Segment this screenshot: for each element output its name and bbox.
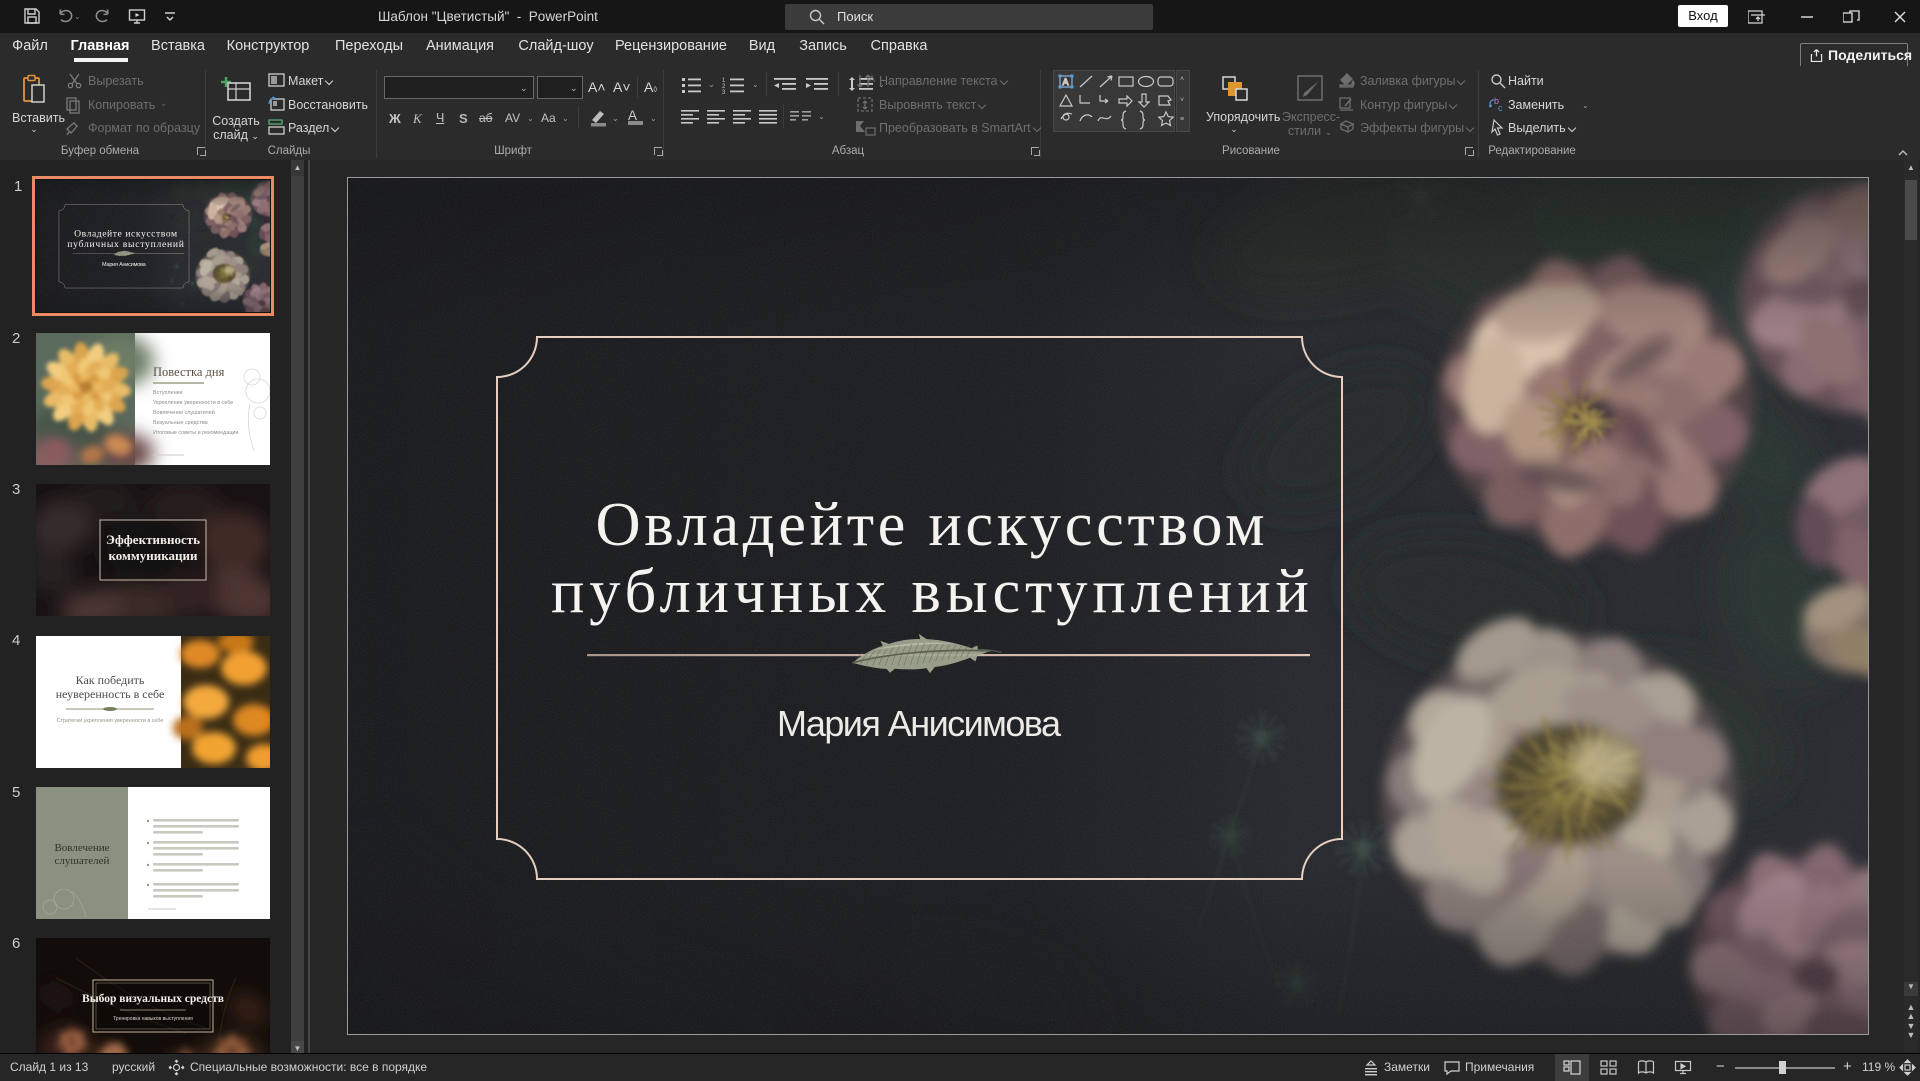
svg-text:А: А [1063,77,1069,87]
svg-text:Мария Анисимова: Мария Анисимова [777,703,1062,744]
svg-text:Визуальные средства: Визуальные средства [153,420,208,426]
svg-text:Тренировка навыков выступления: Тренировка навыков выступления [113,1016,193,1022]
svg-text:неуверенность в себе: неуверенность в себе [56,687,165,701]
svg-text:А: А [869,74,875,84]
svg-text:слушателей: слушателей [55,855,110,867]
svg-text:Стратегии укрепления увереннос: Стратегии укрепления уверенности в себе [57,718,164,724]
svg-text:Укрепление уверенности в себе: Укрепление уверенности в себе [153,400,233,406]
svg-text:Вовлечение: Вовлечение [54,842,109,854]
svg-text:Вовлечение слушателей: Вовлечение слушателей [153,409,215,416]
svg-text:c: c [1498,103,1503,113]
svg-text:Выбор визуальных средств: Выбор визуальных средств [82,993,224,1005]
svg-text:Овладейте искусством: Овладейте искусством [596,489,1265,559]
svg-text:Повестка дня: Повестка дня [153,365,225,379]
svg-text:3: 3 [722,90,726,94]
svg-text:Эффективность: Эффективность [106,532,200,547]
svg-text:Как победить: Как победить [76,673,145,687]
svg-text:Вступление: Вступление [153,390,183,396]
svg-text:Итоговые советы и рекомендации: Итоговые советы и рекомендации [153,430,238,436]
svg-text:коммуникации: коммуникации [108,548,198,563]
